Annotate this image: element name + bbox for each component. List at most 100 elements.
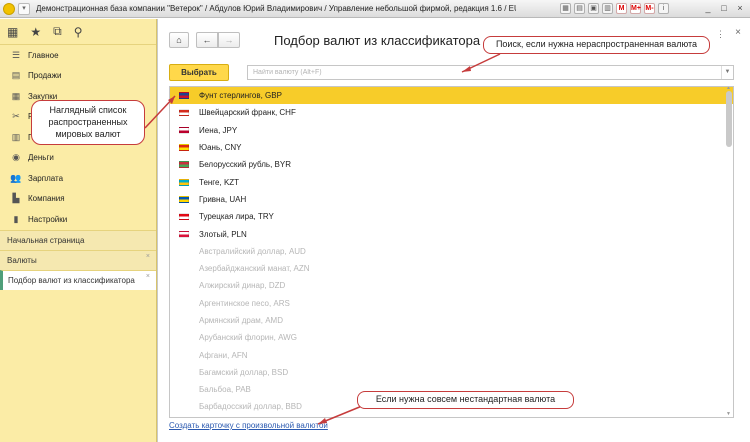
currency-row[interactable]: Афгани, AFN — [170, 346, 733, 363]
settings-icon: ▮ — [13, 213, 19, 224]
currency-name: Гривна, UAH — [199, 194, 247, 204]
currency-name: Швейцарский франк, CHF — [199, 108, 296, 118]
purchases-icon: ▦ — [11, 90, 21, 101]
compare-icon[interactable]: ▥ — [602, 3, 613, 14]
currency-row[interactable]: Юань, CNY — [170, 139, 733, 156]
currency-row[interactable]: Австралийский доллар, AUD — [170, 243, 733, 260]
currency-name: Арубанский флорин, AWG — [199, 333, 297, 343]
close-window-button[interactable]: × — [734, 3, 746, 14]
flag-icon — [179, 195, 189, 203]
star-icon[interactable]: ★ — [30, 25, 41, 39]
search-field: ▼ — [247, 65, 734, 80]
sidebar-item-main[interactable]: ☰ Главное — [0, 45, 156, 66]
create-custom-currency-link[interactable]: Создать карточку с произвольной валютой — [169, 421, 328, 430]
search-input[interactable] — [248, 66, 718, 79]
currency-row[interactable]: Швейцарский франк, CHF — [170, 104, 733, 121]
flag-icon — [179, 109, 189, 117]
sidebar-item-company[interactable]: ▙ Компания — [0, 189, 156, 210]
more-icon[interactable]: ⋮ — [716, 29, 726, 40]
currency-row[interactable]: Аргентинское песо, ARS — [170, 295, 733, 312]
currency-name: Иена, JPY — [199, 125, 238, 135]
form-area: ⌂ ← → Подбор валют из классификатора ⋮ ×… — [157, 19, 750, 442]
currency-name: Аргентинское песо, ARS — [199, 298, 290, 308]
currency-name: Бальбоа, PAB — [199, 385, 251, 395]
flag-icon — [179, 178, 189, 186]
grid-icon[interactable]: ▦ — [7, 25, 18, 39]
maximize-button[interactable]: □ — [718, 3, 730, 14]
currency-row[interactable]: Белорусский рубль, BYR — [170, 156, 733, 173]
sidebar-item-label: Продажи — [28, 71, 62, 81]
sidebar-item-label: Настройки — [28, 214, 68, 224]
window-controls: _ □ × — [702, 3, 746, 14]
flag-icon — [179, 230, 189, 238]
currency-name: Злотый, PLN — [199, 229, 247, 239]
select-button[interactable]: Выбрать — [169, 64, 229, 81]
sidebar-item-salary[interactable]: 👥 Зарплата — [0, 168, 156, 189]
currency-row[interactable]: Тенге, KZT — [170, 173, 733, 190]
currency-name: Юань, CNY — [199, 143, 242, 153]
currency-name: Армянский драм, AMD — [199, 316, 283, 325]
minimize-button[interactable]: _ — [702, 3, 714, 14]
callout-list: Наглядный список распространенных мировы… — [31, 100, 145, 145]
currency-row[interactable]: Иена, JPY — [170, 122, 733, 139]
scroll-down-icon[interactable]: ▼ — [726, 411, 731, 417]
section-currency-picker[interactable]: Подбор валют из классификатора × — [0, 270, 156, 290]
sidebar-item-sales[interactable]: ▤ Продажи — [0, 66, 156, 87]
currency-row[interactable]: Гривна, UAH — [170, 191, 733, 208]
currency-name: Турецкая лира, TRY — [199, 212, 274, 222]
memory-minus-button[interactable]: M- — [644, 3, 655, 14]
flag-icon — [179, 92, 189, 100]
currency-row[interactable]: Злотый, PLN — [170, 225, 733, 242]
back-button[interactable]: ← — [196, 32, 218, 48]
callout-search: Поиск, если нужна нераспространенная вал… — [483, 36, 710, 54]
scrollbar-thumb[interactable] — [726, 91, 732, 147]
sidebar-item-label: Компания — [28, 194, 65, 204]
currency-row[interactable]: Азербайджанский манат, AZN — [170, 260, 733, 277]
currency-name: Алжирский динар, DZD — [199, 281, 286, 291]
sidebar-item-money[interactable]: ◉ Деньги — [0, 148, 156, 169]
money-icon: ◉ — [12, 152, 20, 163]
currency-row[interactable]: Фунт стерлингов, GBP — [170, 87, 733, 105]
sidebar-toolbar: ▦ ★ ⧉ ⚲ — [0, 19, 156, 45]
currency-name: Фунт стерлингов, GBP — [199, 91, 282, 101]
close-tab-icon[interactable]: × — [146, 247, 150, 267]
sidebar-item-label: Деньги — [28, 153, 54, 163]
list-icon: ☰ — [11, 49, 21, 60]
currency-name: Афгани, AFN — [199, 350, 248, 360]
flag-icon — [179, 213, 189, 221]
history-icon[interactable]: ⧉ — [53, 24, 62, 39]
sidebar-item-label: Зарплата — [28, 173, 64, 183]
search-icon[interactable]: ⚲ — [74, 25, 83, 39]
currency-row[interactable]: Турецкая лира, TRY — [170, 208, 733, 225]
currency-name: Багамский доллар, BSD — [199, 367, 289, 377]
chevron-down-icon[interactable]: ▼ — [721, 66, 733, 79]
close-tab-icon[interactable]: × — [146, 267, 150, 287]
forward-button[interactable]: → — [218, 32, 240, 48]
currency-name: Австралийский доллар, AUD — [199, 246, 306, 256]
memory-button[interactable]: M — [616, 3, 627, 14]
currency-row[interactable]: Алжирский динар, DZD — [170, 277, 733, 294]
section-currencies[interactable]: Валюты × — [0, 250, 156, 270]
home-button[interactable]: ⌂ — [169, 32, 189, 48]
calculator-icon[interactable]: ▤ — [574, 3, 585, 14]
app-logo-icon[interactable] — [3, 2, 15, 15]
calendar-icon[interactable]: ▦ — [560, 3, 571, 14]
main-menu-icon[interactable]: ▾ — [18, 2, 30, 15]
currency-name: Барбадосский доллар, BBD — [199, 402, 302, 412]
currency-list: Фунт стерлингов, GBP Швейцарский франк, C… — [169, 86, 734, 418]
currency-row[interactable]: Арубанский флорин, AWG — [170, 329, 733, 346]
sidebar-item-label: Главное — [28, 50, 59, 60]
sales-icon: ▤ — [11, 70, 21, 81]
memory-plus-button[interactable]: M+ — [630, 3, 641, 14]
sidebar-item-settings[interactable]: ▮ Настройки — [0, 209, 156, 230]
window-title-bar: ▾ Демонстрационная база компании "Ветеро… — [0, 0, 750, 18]
flag-icon — [179, 144, 189, 152]
print-icon[interactable]: ▣ — [588, 3, 599, 14]
title-toolbar: ▦ ▤ ▣ ▥ M M+ M- i — [560, 3, 669, 14]
currency-name: Тенге, KZT — [199, 177, 240, 187]
info-icon[interactable]: i — [658, 3, 669, 14]
currency-row[interactable]: Багамский доллар, BSD — [170, 364, 733, 381]
currency-row[interactable]: Армянский драм, AMD — [170, 312, 733, 329]
section-home-page[interactable]: Начальная страница — [0, 230, 156, 250]
close-form-icon[interactable]: × — [735, 27, 741, 38]
